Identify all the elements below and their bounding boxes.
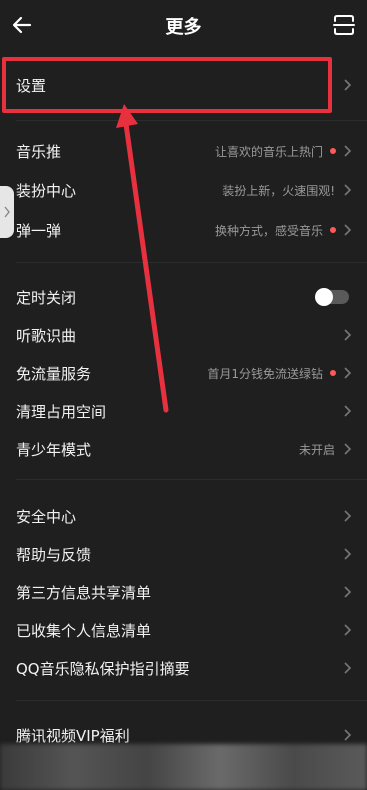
row-help-feedback[interactable]: 帮助与反馈 [0,535,367,573]
row-label: 腾讯视频VIP福利 [16,726,130,745]
red-dot-badge [330,148,336,154]
row-desc: 让喜欢的音乐上热门 [214,144,323,159]
row-third-party-sharing[interactable]: 第三方信息共享清单 [0,573,367,611]
row-label: 弹一弹 [16,221,62,240]
row-label: QQ音乐隐私保护指引摘要 [16,659,190,678]
chevron-right-icon [343,78,353,92]
chevron-right-icon [343,623,353,637]
row-privacy-summary[interactable]: QQ音乐隐私保护指引摘要 [0,649,367,687]
row-label: 第三方信息共享清单 [16,583,152,602]
chevron-right-icon [343,144,353,158]
red-dot-badge [330,227,336,233]
chevron-right-icon [4,206,10,218]
row-label: 青少年模式 [16,440,92,459]
row-tanyitan[interactable]: 弹一弹 换种方式，感受音乐 [0,211,367,249]
row-security-center[interactable]: 安全中心 [0,497,367,535]
annotation-highlight-box [2,57,332,113]
row-label: 已收集个人信息清单 [16,621,152,640]
row-label: 帮助与反馈 [16,545,92,564]
row-teen-mode[interactable]: 青少年模式 未开启 [0,430,367,468]
chevron-right-icon [343,547,353,561]
row-label: 听歌识曲 [16,326,77,345]
chevron-right-icon [343,661,353,675]
row-dressup-center[interactable]: 装扮中心 装扮上新，火速围观! [0,171,367,209]
toggle-knob [315,288,333,306]
row-label: 免流量服务 [16,364,92,383]
row-desc: 未开启 [298,442,335,457]
row-label: 清理占用空间 [16,402,107,421]
row-label: 装扮中心 [16,181,77,200]
chevron-right-icon [343,404,353,418]
page-title: 更多 [165,17,202,38]
row-label: 定时关闭 [16,288,77,307]
chevron-right-icon [343,183,353,197]
divider [16,262,367,263]
row-free-data[interactable]: 免流量服务 首月1分钱免流送绿钻 [0,354,367,392]
side-float-handle[interactable] [0,186,14,238]
scan-button[interactable] [331,12,357,38]
red-dot-badge [330,370,336,376]
row-desc: 首月1分钱免流送绿钻 [207,366,323,381]
chevron-right-icon [343,585,353,599]
divider [16,700,367,701]
row-label: 音乐推 [16,142,62,161]
row-song-recognition[interactable]: 听歌识曲 [0,316,367,354]
chevron-right-icon [343,728,353,742]
blurred-overlay [0,744,367,790]
chevron-right-icon [343,509,353,523]
row-music-push[interactable]: 音乐推 让喜欢的音乐上热门 [0,132,367,170]
divider [16,479,367,480]
top-bar: 更多 [0,0,367,50]
scan-icon [333,15,355,35]
chevron-right-icon [343,328,353,342]
chevron-right-icon [343,223,353,237]
divider [16,120,367,121]
sleep-timer-toggle[interactable] [315,288,349,306]
row-desc: 换种方式，感受音乐 [214,223,323,238]
row-collected-info[interactable]: 已收集个人信息清单 [0,611,367,649]
row-label: 安全中心 [16,507,77,526]
row-clear-storage[interactable]: 清理占用空间 [0,392,367,430]
row-sleep-timer[interactable]: 定时关闭 [0,278,367,316]
chevron-right-icon [343,442,353,456]
chevron-right-icon [343,366,353,380]
row-desc: 装扮上新，火速围观! [222,183,335,198]
